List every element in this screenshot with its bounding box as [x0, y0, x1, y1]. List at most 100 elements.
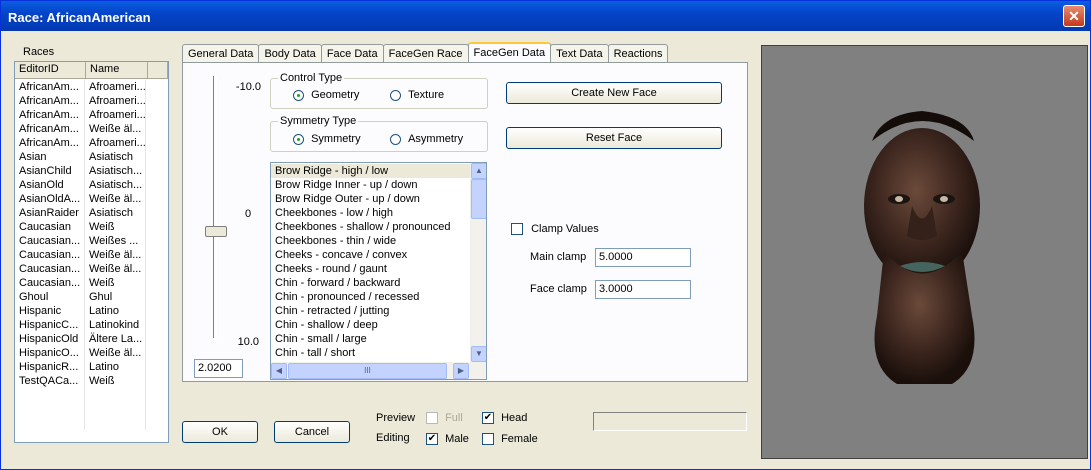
race-editorid: Caucasian...: [15, 234, 85, 248]
race-row[interactable]: AsianChild Asiatisch...: [15, 164, 168, 178]
clamp-values-check[interactable]: [511, 223, 523, 236]
race-row[interactable]: AfricanAm... Afroameri...: [15, 94, 168, 108]
slider-value-field[interactable]: 2.0200: [194, 359, 243, 378]
attribute-item[interactable]: Cheeks - concave / convex: [271, 248, 471, 262]
male-checkbox[interactable]: ✔ Male: [426, 433, 469, 446]
facegen-slider-thumb[interactable]: [205, 226, 227, 237]
race-row[interactable]: AsianOldA... Weiße äl...: [15, 192, 168, 206]
tab-text-data[interactable]: Text Data: [550, 44, 609, 63]
create-new-face-button[interactable]: Create New Face: [506, 82, 722, 104]
symmetry-radio[interactable]: Symmetry: [293, 133, 361, 145]
texture-radio[interactable]: Texture: [390, 89, 444, 101]
head-preview-viewport[interactable]: [761, 45, 1088, 459]
ok-button[interactable]: OK: [182, 421, 258, 443]
main-clamp-field[interactable]: 5.0000: [595, 248, 691, 267]
race-name: Weiße äl...: [85, 248, 146, 262]
asymmetry-radio-dot[interactable]: [390, 133, 401, 145]
asymmetry-radio[interactable]: Asymmetry: [390, 133, 463, 145]
tab-face-data[interactable]: Face Data: [320, 44, 384, 63]
race-row[interactable]: Caucasian... Weiße äl...: [15, 262, 168, 276]
race-extra: [146, 150, 166, 164]
male-check[interactable]: ✔: [426, 433, 438, 446]
face-clamp-field[interactable]: 3.0000: [595, 280, 691, 299]
attribute-item[interactable]: Chin - small / large: [271, 332, 471, 346]
scroll-right-icon[interactable]: ▶: [453, 363, 469, 379]
scroll-up-icon[interactable]: ▲: [471, 163, 486, 179]
race-row[interactable]: AfricanAm... Afroameri...: [15, 136, 168, 150]
race-extra: [146, 220, 166, 234]
attribute-item[interactable]: Brow Ridge Outer - up / down: [271, 192, 471, 206]
race-extra: [146, 108, 166, 122]
race-row[interactable]: Caucasian Weiß: [15, 220, 168, 234]
race-row[interactable]: Hispanic Latino: [15, 304, 168, 318]
female-check[interactable]: [482, 433, 494, 446]
attribute-item[interactable]: Cheekbones - low / high: [271, 206, 471, 220]
geometry-radio-dot[interactable]: [293, 89, 304, 101]
symmetry-radio-dot[interactable]: [293, 133, 304, 145]
race-row[interactable]: Caucasian... Weiße äl...: [15, 248, 168, 262]
title-bar[interactable]: Race: AfricanAmerican ✕: [1, 1, 1090, 31]
attribute-item[interactable]: Chin - tall / short: [271, 346, 471, 360]
scroll-left-icon[interactable]: ◀: [271, 363, 287, 379]
attribute-item[interactable]: Chin - retracted / jutting: [271, 304, 471, 318]
attribute-item[interactable]: Chin - shallow / deep: [271, 318, 471, 332]
race-name: Asiatisch...: [85, 178, 146, 192]
race-row[interactable]: HispanicR... Latino: [15, 360, 168, 374]
race-row[interactable]: HispanicOld Ältere La...: [15, 332, 168, 346]
race-row[interactable]: Caucasian... Weißes ...: [15, 234, 168, 248]
attribute-item[interactable]: Cheekbones - shallow / pronounced: [271, 220, 471, 234]
hscroll-thumb[interactable]: III: [288, 363, 447, 379]
race-row[interactable]: HispanicC... Latinokind: [15, 318, 168, 332]
head-check[interactable]: ✔: [482, 412, 494, 425]
race-row-empty: [15, 416, 168, 430]
race-row[interactable]: HispanicO... Weiße äl...: [15, 346, 168, 360]
scroll-thumb[interactable]: [471, 179, 486, 219]
attribute-vertical-scrollbar[interactable]: ▲ ▼: [470, 163, 486, 362]
clamp-values-checkbox[interactable]: Clamp Values: [511, 223, 599, 236]
race-row[interactable]: Caucasian... Weiß: [15, 276, 168, 290]
head-checkbox[interactable]: ✔ Head: [482, 412, 527, 425]
reset-face-button[interactable]: Reset Face: [506, 127, 722, 149]
symmetry-label: Symmetry: [311, 133, 361, 145]
attribute-item[interactable]: Brow Ridge Inner - up / down: [271, 178, 471, 192]
column-name[interactable]: Name: [86, 62, 148, 79]
races-listview[interactable]: EditorID Name AfricanAm... Afroameri... Af…: [14, 61, 169, 443]
tab-facegen-race[interactable]: FaceGen Race: [382, 44, 469, 63]
tab-facegen-data[interactable]: FaceGen Data: [467, 42, 552, 64]
female-checkbox[interactable]: Female: [482, 433, 538, 446]
race-editorid: HispanicOld: [15, 332, 85, 346]
attribute-item[interactable]: Chin - forward / backward: [271, 276, 471, 290]
race-name: Latino: [85, 360, 146, 374]
race-extra: [146, 346, 166, 360]
tab-general-data[interactable]: General Data: [182, 44, 260, 63]
texture-radio-dot[interactable]: [390, 89, 401, 101]
attribute-item[interactable]: Cheekbones - thin / wide: [271, 234, 471, 248]
race-editorid: HispanicC...: [15, 318, 85, 332]
close-button[interactable]: ✕: [1063, 5, 1085, 27]
race-row[interactable]: AsianRaider Asiatisch: [15, 206, 168, 220]
facegen-slider-track[interactable]: [213, 76, 217, 338]
attribute-item[interactable]: Brow Ridge - high / low: [271, 164, 471, 178]
tab-reactions[interactable]: Reactions: [607, 44, 669, 63]
facegen-attribute-list[interactable]: Brow Ridge - high / low Brow Ridge Inner …: [270, 162, 487, 380]
race-row[interactable]: Ghoul Ghul: [15, 290, 168, 304]
race-row[interactable]: AfricanAm... Weiße äl...: [15, 122, 168, 136]
race-row[interactable]: AfricanAm... Afroameri...: [15, 108, 168, 122]
full-checkbox[interactable]: Full: [426, 412, 463, 425]
attribute-item[interactable]: Chin - pronounced / recessed: [271, 290, 471, 304]
race-editorid: AsianOldA...: [15, 192, 85, 206]
column-extra[interactable]: [148, 62, 168, 79]
attribute-item[interactable]: Cheeks - round / gaunt: [271, 262, 471, 276]
attribute-horizontal-scrollbar[interactable]: ◀ III ▶: [271, 362, 486, 379]
scroll-down-icon[interactable]: ▼: [471, 346, 486, 362]
race-name: Asiatisch: [85, 150, 146, 164]
race-row[interactable]: AfricanAm... Afroameri...: [15, 80, 168, 94]
column-editorid[interactable]: EditorID: [15, 62, 86, 79]
geometry-radio[interactable]: Geometry: [293, 89, 359, 101]
race-row[interactable]: TestQACa... Weiß: [15, 374, 168, 388]
cancel-button[interactable]: Cancel: [274, 421, 350, 443]
race-row[interactable]: AsianOld Asiatisch...: [15, 178, 168, 192]
tab-body-data[interactable]: Body Data: [258, 44, 322, 63]
race-row[interactable]: Asian Asiatisch: [15, 150, 168, 164]
full-check[interactable]: [426, 412, 438, 425]
